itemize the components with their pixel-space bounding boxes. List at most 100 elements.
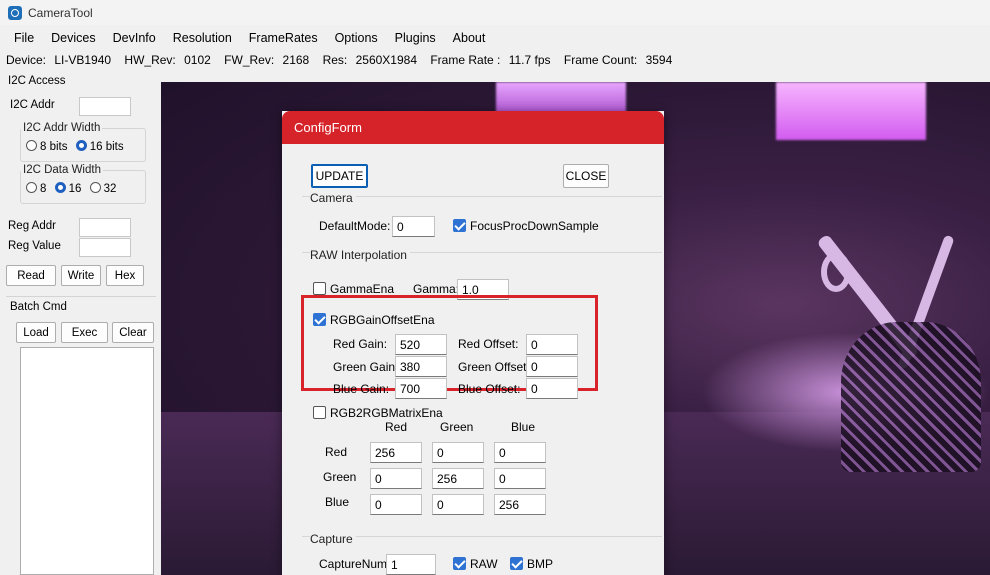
- reg-value-input[interactable]: [79, 238, 131, 257]
- menu-plugins[interactable]: Plugins: [395, 31, 436, 45]
- write-button[interactable]: Write: [61, 265, 101, 286]
- raw-section-title: RAW Interpolation: [310, 248, 410, 262]
- matrix-cell[interactable]: 0: [494, 442, 546, 463]
- matrix-cell[interactable]: 0: [432, 442, 484, 463]
- blue-offset-input[interactable]: 0: [526, 378, 578, 399]
- matrix-col-blue: Blue: [511, 420, 536, 434]
- config-form-titlebar: ConfigForm: [282, 111, 664, 144]
- radio-on-icon: [75, 140, 87, 151]
- radio-off-icon: [89, 182, 101, 193]
- checkbox-unchecked-icon: [313, 282, 326, 295]
- data-width-16-radio[interactable]: 16: [54, 182, 81, 195]
- red-gain-label: Red Gain:: [333, 337, 388, 351]
- red-offset-input[interactable]: 0: [526, 334, 578, 355]
- i2c-addr-label: I2C Addr: [10, 99, 55, 111]
- bmp-checkbox[interactable]: BMP: [510, 557, 553, 571]
- green-gain-input[interactable]: 380: [395, 356, 447, 377]
- reg-addr-input[interactable]: [79, 218, 131, 237]
- menu-devices[interactable]: Devices: [51, 31, 95, 45]
- blue-gain-input[interactable]: 700: [395, 378, 447, 399]
- device-status-line: Device: LI-VB1940 HW_Rev: 0102 FW_Rev: 2…: [6, 53, 682, 67]
- rgb-gain-offset-ena-checkbox[interactable]: RGBGainOffsetEna: [313, 313, 435, 327]
- menu-file[interactable]: File: [14, 31, 34, 45]
- batch-cmd-title: Batch Cmd: [10, 301, 67, 313]
- checkbox-checked-icon: [453, 557, 466, 570]
- checkbox-checked-icon: [453, 219, 466, 232]
- matrix-cell[interactable]: 0: [494, 468, 546, 489]
- frame-rate: Frame Rate : 11.7 fps: [430, 53, 551, 67]
- default-mode-input[interactable]: 0: [392, 216, 435, 237]
- load-button[interactable]: Load: [16, 322, 56, 343]
- data-width-8-radio[interactable]: 8: [26, 182, 46, 195]
- checkbox-checked-icon: [313, 313, 326, 326]
- read-button[interactable]: Read: [6, 265, 56, 286]
- frame-count-value: 3594: [645, 53, 673, 67]
- matrix-cell[interactable]: 0: [432, 494, 484, 515]
- hw-rev: HW_Rev: 0102: [124, 53, 211, 67]
- pen-holder-cup: [841, 322, 981, 472]
- batch-divider: [6, 296, 156, 297]
- i2c-access-title: I2C Access: [8, 75, 66, 87]
- resolution-value: 2560X1984: [355, 53, 417, 67]
- addr-width-16bits-radio[interactable]: 16 bits: [75, 140, 124, 153]
- menu-about[interactable]: About: [453, 31, 486, 45]
- clear-button[interactable]: Clear: [112, 322, 154, 343]
- radio-off-icon: [26, 182, 37, 193]
- capture-num-label: CaptureNum:: [319, 557, 391, 571]
- red-gain-input[interactable]: 520: [395, 334, 447, 355]
- scissors-handle: [821, 252, 851, 292]
- rgb2rgb-matrix-ena-checkbox[interactable]: RGB2RGBMatrixEna: [313, 406, 443, 420]
- radio-off-icon: [26, 140, 37, 151]
- matrix-cell[interactable]: 0: [370, 494, 422, 515]
- i2c-addr-width-options: 8 bits 16 bits: [26, 140, 129, 153]
- config-form-title: ConfigForm: [294, 120, 362, 135]
- menu-resolution[interactable]: Resolution: [173, 31, 232, 45]
- close-button[interactable]: CLOSE: [563, 164, 609, 188]
- matrix-cell[interactable]: 256: [494, 494, 546, 515]
- i2c-data-width-title: I2C Data Width: [23, 164, 101, 176]
- green-gain-label: Green Gain:: [333, 360, 399, 374]
- update-button[interactable]: UPDATE: [311, 164, 368, 188]
- device-label: Device: LI-VB1940: [6, 53, 112, 67]
- matrix-cell[interactable]: 256: [432, 468, 484, 489]
- app-icon: [8, 5, 22, 20]
- red-offset-label: Red Offset:: [458, 337, 519, 351]
- matrix-col-green: Green: [440, 420, 474, 434]
- frame-rate-value: 11.7 fps: [508, 53, 551, 67]
- capture-section-divider: [302, 536, 662, 537]
- config-form-dialog: ConfigForm UPDATE CLOSE Camera DefaultMo…: [282, 111, 664, 575]
- matrix-cell[interactable]: 0: [370, 468, 422, 489]
- menu-devinfo[interactable]: DevInfo: [113, 31, 156, 45]
- blue-gain-label: Blue Gain:: [333, 382, 390, 396]
- green-offset-input[interactable]: 0: [526, 356, 578, 377]
- raw-checkbox[interactable]: RAW: [453, 557, 498, 571]
- i2c-addr-input[interactable]: [79, 97, 131, 116]
- menu-framerates[interactable]: FrameRates: [249, 31, 318, 45]
- left-panel: I2C Access I2C Addr I2C Addr Width 8 bit…: [6, 72, 161, 575]
- capture-num-input[interactable]: 1: [386, 554, 436, 575]
- data-width-32-radio[interactable]: 32: [89, 182, 116, 195]
- reg-value-label: Reg Value: [8, 240, 61, 252]
- focus-proc-checkbox[interactable]: FocusProcDownSample: [453, 219, 599, 233]
- camera-section-divider: [302, 196, 662, 197]
- frame-count: Frame Count: 3594: [563, 53, 673, 67]
- gamma-ena-checkbox[interactable]: GammaEna: [313, 282, 394, 296]
- camera-section-title: Camera: [310, 191, 356, 205]
- hex-button[interactable]: Hex: [106, 265, 144, 286]
- addr-width-8bits-radio[interactable]: 8 bits: [26, 140, 68, 153]
- fw-rev-value: 2168: [282, 53, 310, 67]
- batch-cmd-textarea[interactable]: [20, 347, 154, 575]
- matrix-cell[interactable]: 256: [370, 442, 422, 463]
- checkbox-checked-icon: [510, 557, 523, 570]
- menu-options[interactable]: Options: [335, 31, 378, 45]
- matrix-row-blue: Blue: [325, 495, 350, 509]
- exec-button[interactable]: Exec: [61, 322, 108, 343]
- menu-bar: File Devices DevInfo Resolution FrameRat…: [0, 27, 990, 49]
- gamma-label: Gamma:: [413, 282, 460, 296]
- i2c-addr-width-title: I2C Addr Width: [23, 122, 101, 134]
- green-offset-label: Green Offset:: [458, 360, 530, 374]
- default-mode-label: DefaultMode:: [319, 219, 391, 233]
- matrix-col-red: Red: [385, 420, 408, 434]
- fw-rev: FW_Rev: 2168: [224, 53, 310, 67]
- resolution: Res: 2560X1984: [322, 53, 417, 67]
